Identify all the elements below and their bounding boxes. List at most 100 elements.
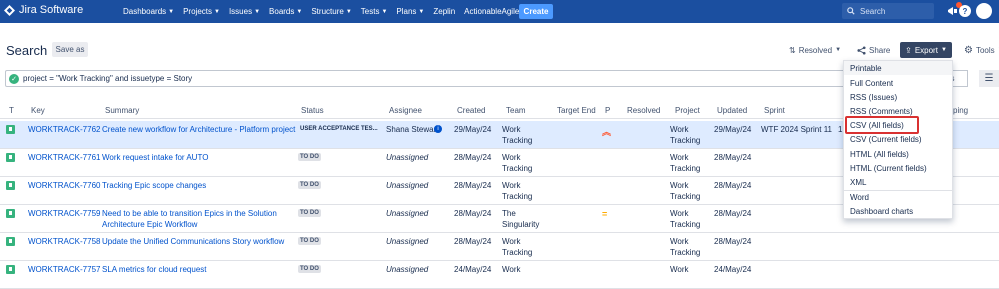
nav-boards[interactable]: Boards ▼ [269,7,302,16]
info-icon[interactable]: i [434,125,442,133]
assignee[interactable]: Unassigned [386,152,428,163]
col-team[interactable]: Team [506,106,526,115]
help-icon[interactable]: ? [958,4,972,18]
nav-tests[interactable]: Tests ▼ [361,7,388,16]
chevron-down-icon: ▼ [296,8,303,15]
nav-dashboards[interactable]: Dashboards ▼ [123,7,174,16]
project-line1: Work [670,153,689,162]
top-navigation-bar: Jira Software Dashboards ▼ Projects ▼ Issu… [0,0,999,23]
issue-summary-link[interactable]: Create new workflow for Architecture - P… [102,124,295,135]
export-button[interactable]: ⇪ Export ▼ [900,42,952,58]
team-line2: Singularity [502,220,540,229]
save-as-button[interactable]: Save as [52,42,88,57]
export-word[interactable]: Word [844,190,952,204]
status-badge[interactable]: TO DO [298,209,321,217]
nav-label: ActionableAgile [464,7,520,16]
col-created[interactable]: Created [457,106,485,115]
project-line1: Work [670,209,689,218]
assignee[interactable]: Unassigned [386,264,428,275]
export-rss-issues[interactable]: RSS (Issues) [844,90,952,104]
col-sprint[interactable]: Sprint [764,106,785,115]
updated-date: 28/May/24 [714,209,752,218]
col-ping[interactable]: ping [953,106,968,115]
nav-plans[interactable]: Plans ▼ [396,7,424,16]
issue-key-link[interactable]: WORKTRACK-7758 [28,236,100,247]
search-input[interactable]: Search [842,3,934,19]
col-updated[interactable]: Updated [717,106,747,115]
export-full-content[interactable]: Full Content [844,76,952,90]
sort-resolved-button[interactable]: ⇅ Resolved ▼ [789,43,841,57]
col-status[interactable]: Status [301,106,324,115]
issue-key-link[interactable]: WORKTRACK-7761 [28,152,100,163]
nav-issues[interactable]: Issues ▼ [229,7,260,16]
col-key[interactable]: Key [31,106,45,115]
extra-value: 1 [838,125,843,134]
col-assignee[interactable]: Assignee [389,106,422,115]
story-icon [6,181,15,190]
nav-actionableagile[interactable]: ActionableAgile [464,7,519,16]
issue-key-link[interactable]: WORKTRACK-7757 [28,264,100,275]
table-row[interactable]: WORKTRACK-7758 Update the Unified Communi… [0,233,999,261]
highlight-box [845,116,919,134]
list-view-icon[interactable]: ☰ [979,70,999,87]
export-csv-current-fields[interactable]: CSV (Current fields) [844,132,952,146]
issue-summary-link[interactable]: Work request intake for AUTO [102,152,208,163]
export-html-all-fields[interactable]: HTML (All fields) [844,147,952,161]
jql-text: project = "Work Tracking" and issuetype … [23,74,193,83]
created-date: 28/May/24 [454,181,492,190]
assignee[interactable]: Unassigned [386,180,428,191]
assignee[interactable]: Unassigned [386,236,428,247]
issue-summary-link[interactable]: SLA metrics for cloud request [102,264,207,275]
status-badge[interactable]: TO DO [298,181,321,189]
issue-key-link[interactable]: WORKTRACK-7762 [28,124,100,135]
col-resolved[interactable]: Resolved [627,106,660,115]
sprint[interactable]: WTF 2024 Sprint 11 [761,124,832,135]
col-summary[interactable]: Summary [105,106,139,115]
sort-icon: ⇅ [789,45,796,55]
export-icon: ⇪ [905,45,912,55]
team-line1: Work [502,125,521,134]
issue-summary-link[interactable]: Update the Unified Communications Story … [102,236,284,247]
issue-key-link[interactable]: WORKTRACK-7759 [28,208,100,219]
share-button[interactable]: Share [857,43,890,57]
nav-structure[interactable]: Structure ▼ [311,7,351,16]
assignee[interactable]: Shana Stewart [386,124,438,135]
assignee[interactable]: Unassigned [386,208,428,219]
nav-label: Structure [311,7,344,16]
export-dropdown-menu: Printable Full Content RSS (Issues) RSS … [843,60,953,219]
nav-label: Zeplin [433,7,456,16]
avatar[interactable] [976,3,992,19]
jira-logo[interactable]: Jira Software [4,4,83,16]
search-icon [847,7,855,15]
nav-label: Projects [183,7,212,16]
col-target-end[interactable]: Target End [557,106,596,115]
project-line2: Tracking [670,164,701,173]
export-html-current-fields[interactable]: HTML (Current fields) [844,161,952,175]
chevron-down-icon: ▼ [345,8,352,15]
export-xml[interactable]: XML [844,175,952,189]
col-type[interactable]: T [9,106,14,115]
jql-query-input[interactable]: ✓ project = "Work Tracking" and issuetyp… [5,70,855,87]
tools-button[interactable]: ⚙ Tools ▼ [964,43,999,57]
export-printable[interactable]: Printable [844,61,952,75]
nav-label: Boards [269,7,295,16]
export-dashboard-charts[interactable]: Dashboard charts [844,204,952,218]
nav-zeplin[interactable]: Zeplin [433,7,455,16]
create-button[interactable]: Create [519,4,553,19]
project-line1: Work [670,125,689,134]
col-project[interactable]: Project [675,106,700,115]
issue-summary-link-line2[interactable]: Architecture Epic Workflow [102,219,197,230]
status-badge[interactable]: TO DO [298,237,321,245]
team-line1: Work [502,265,521,274]
status-badge[interactable]: TO DO [298,153,321,161]
status-badge[interactable]: USER ACCEPTANCE TES... [298,125,380,133]
story-icon [6,237,15,246]
nav-projects[interactable]: Projects ▼ [183,7,220,16]
col-priority[interactable]: P [605,106,610,115]
issue-summary-link[interactable]: Need to be able to transition Epics in t… [102,208,277,219]
issue-summary-link[interactable]: Tracking Epic scope changes [102,180,206,191]
issue-key-link[interactable]: WORKTRACK-7760 [28,180,100,191]
table-row[interactable]: WORKTRACK-7757 SLA metrics for cloud requ… [0,261,999,289]
export-label: Export [914,45,938,55]
team-line1: Work [502,181,521,190]
